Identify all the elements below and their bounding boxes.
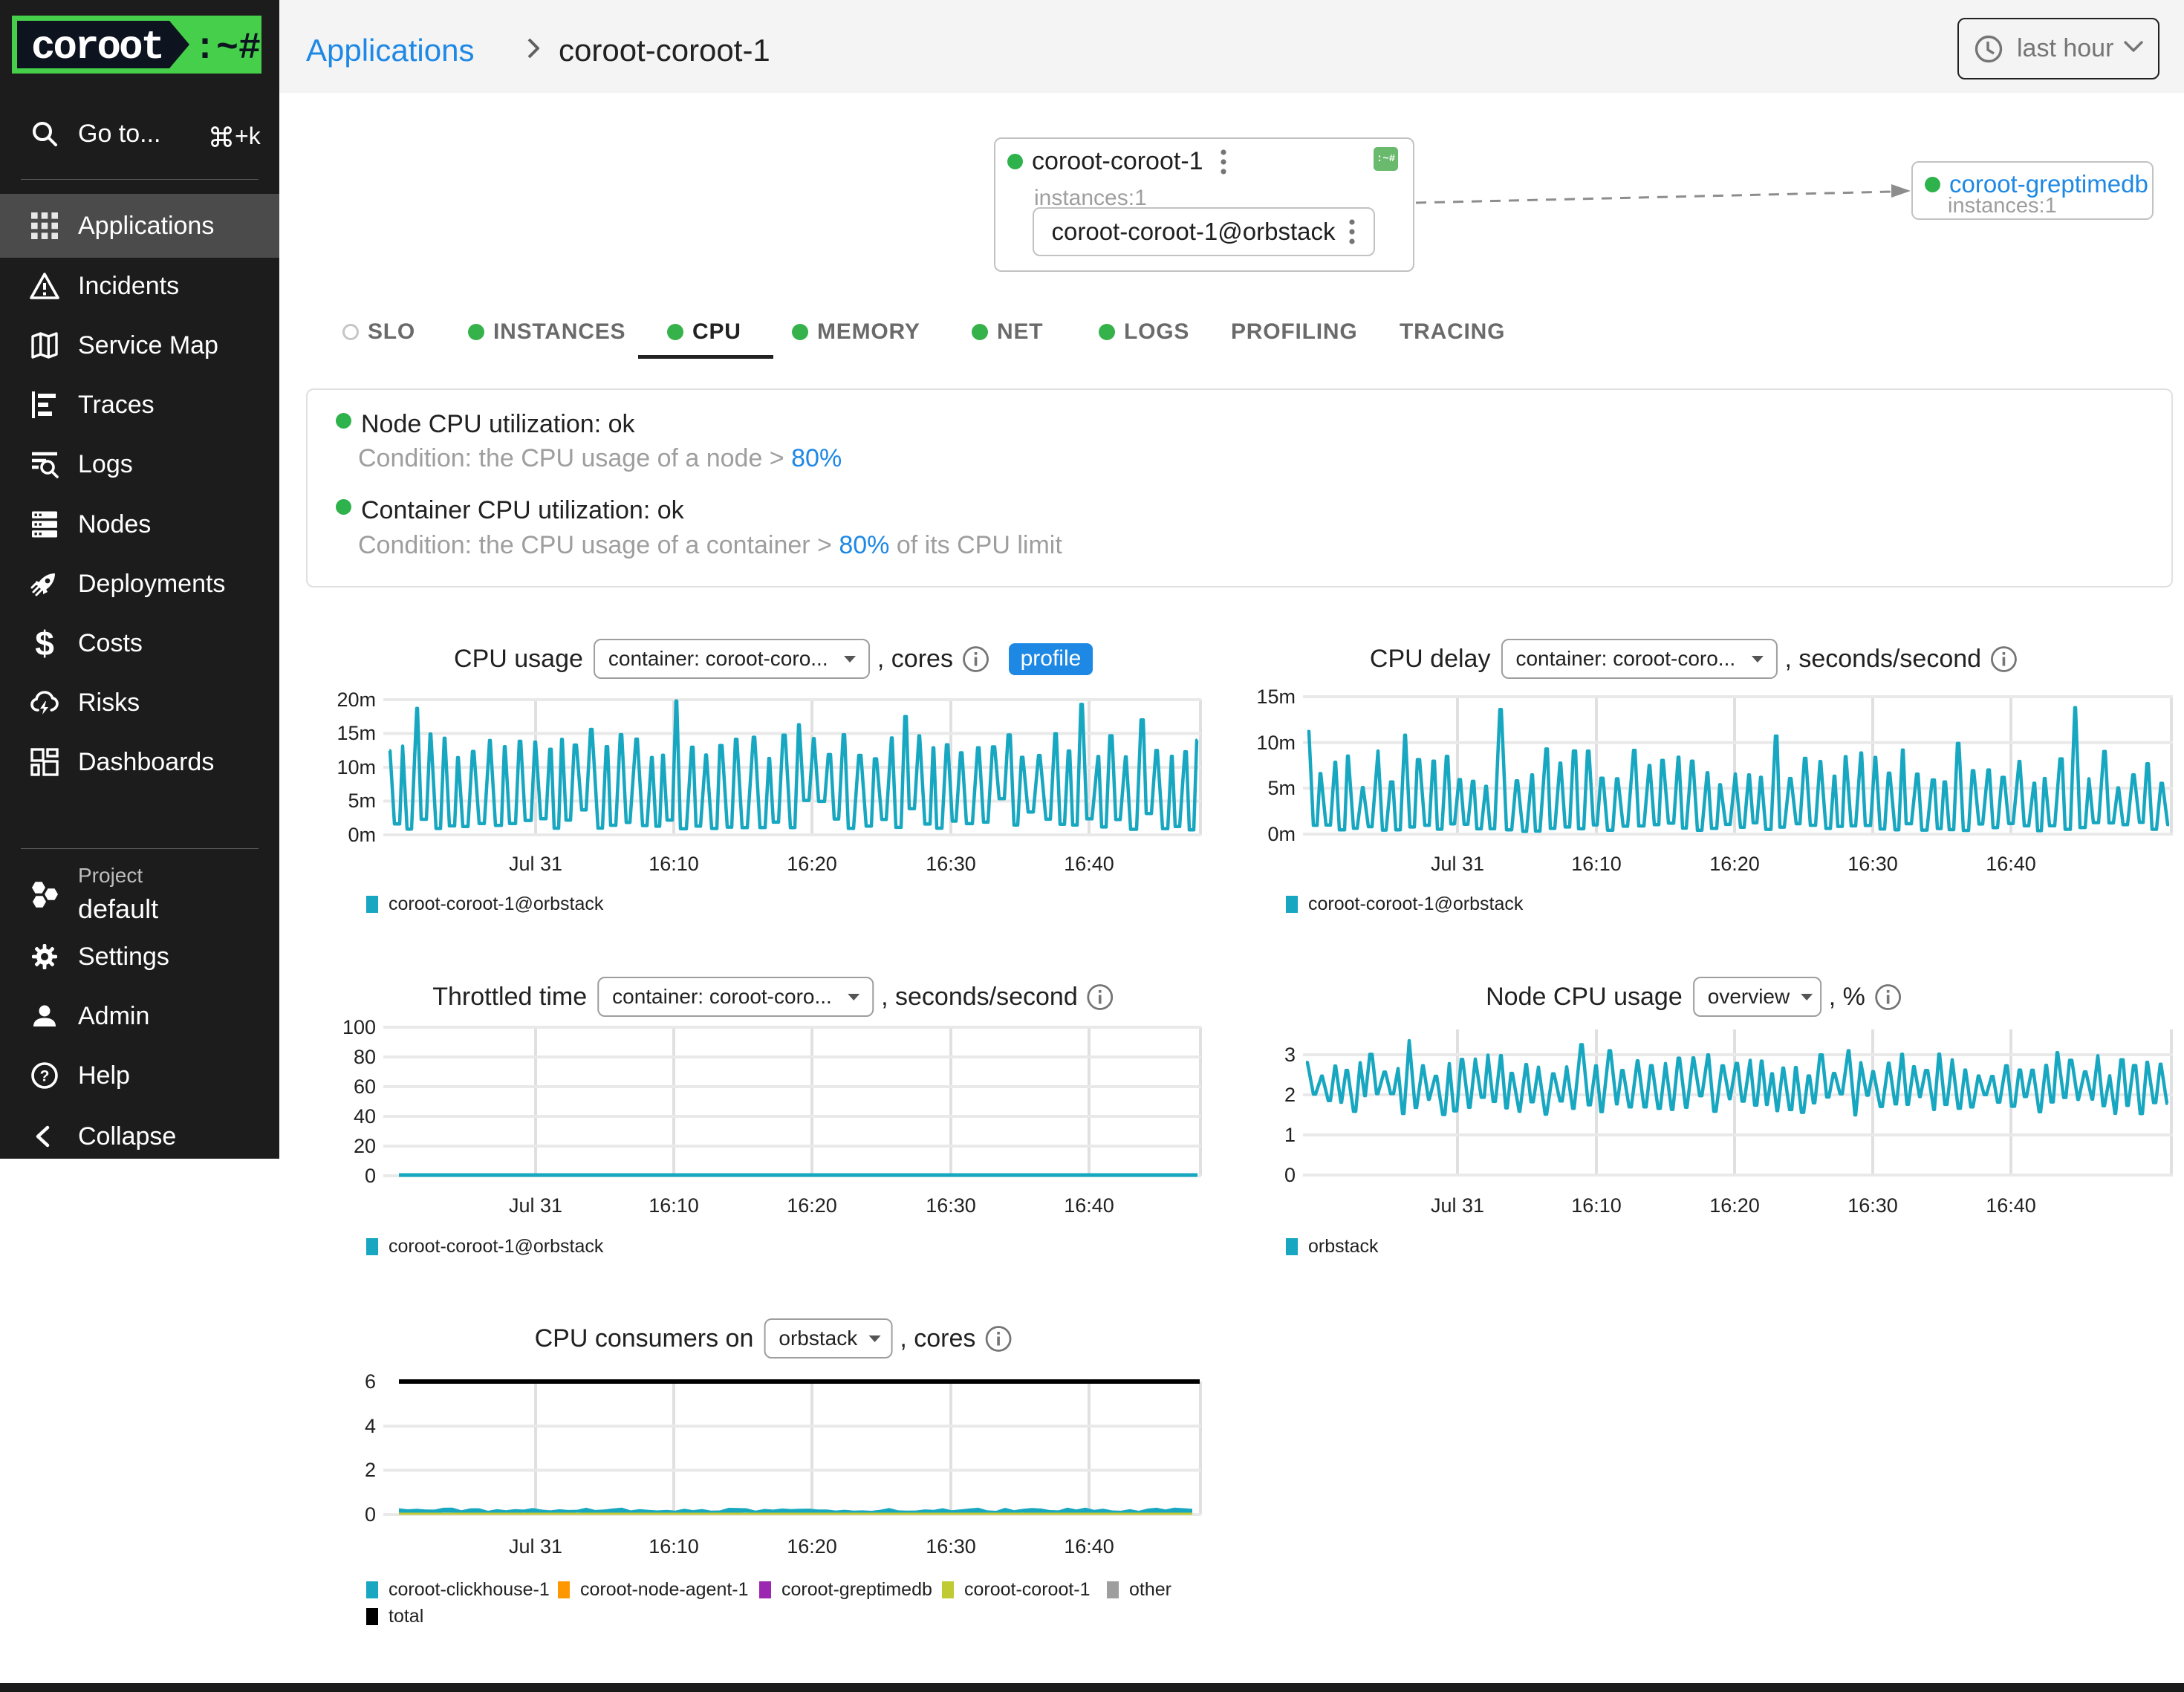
svg-text:?: ?	[40, 1068, 50, 1085]
svg-text::~#: :~#	[194, 27, 261, 70]
svg-text:coroot: coroot	[31, 25, 165, 71]
